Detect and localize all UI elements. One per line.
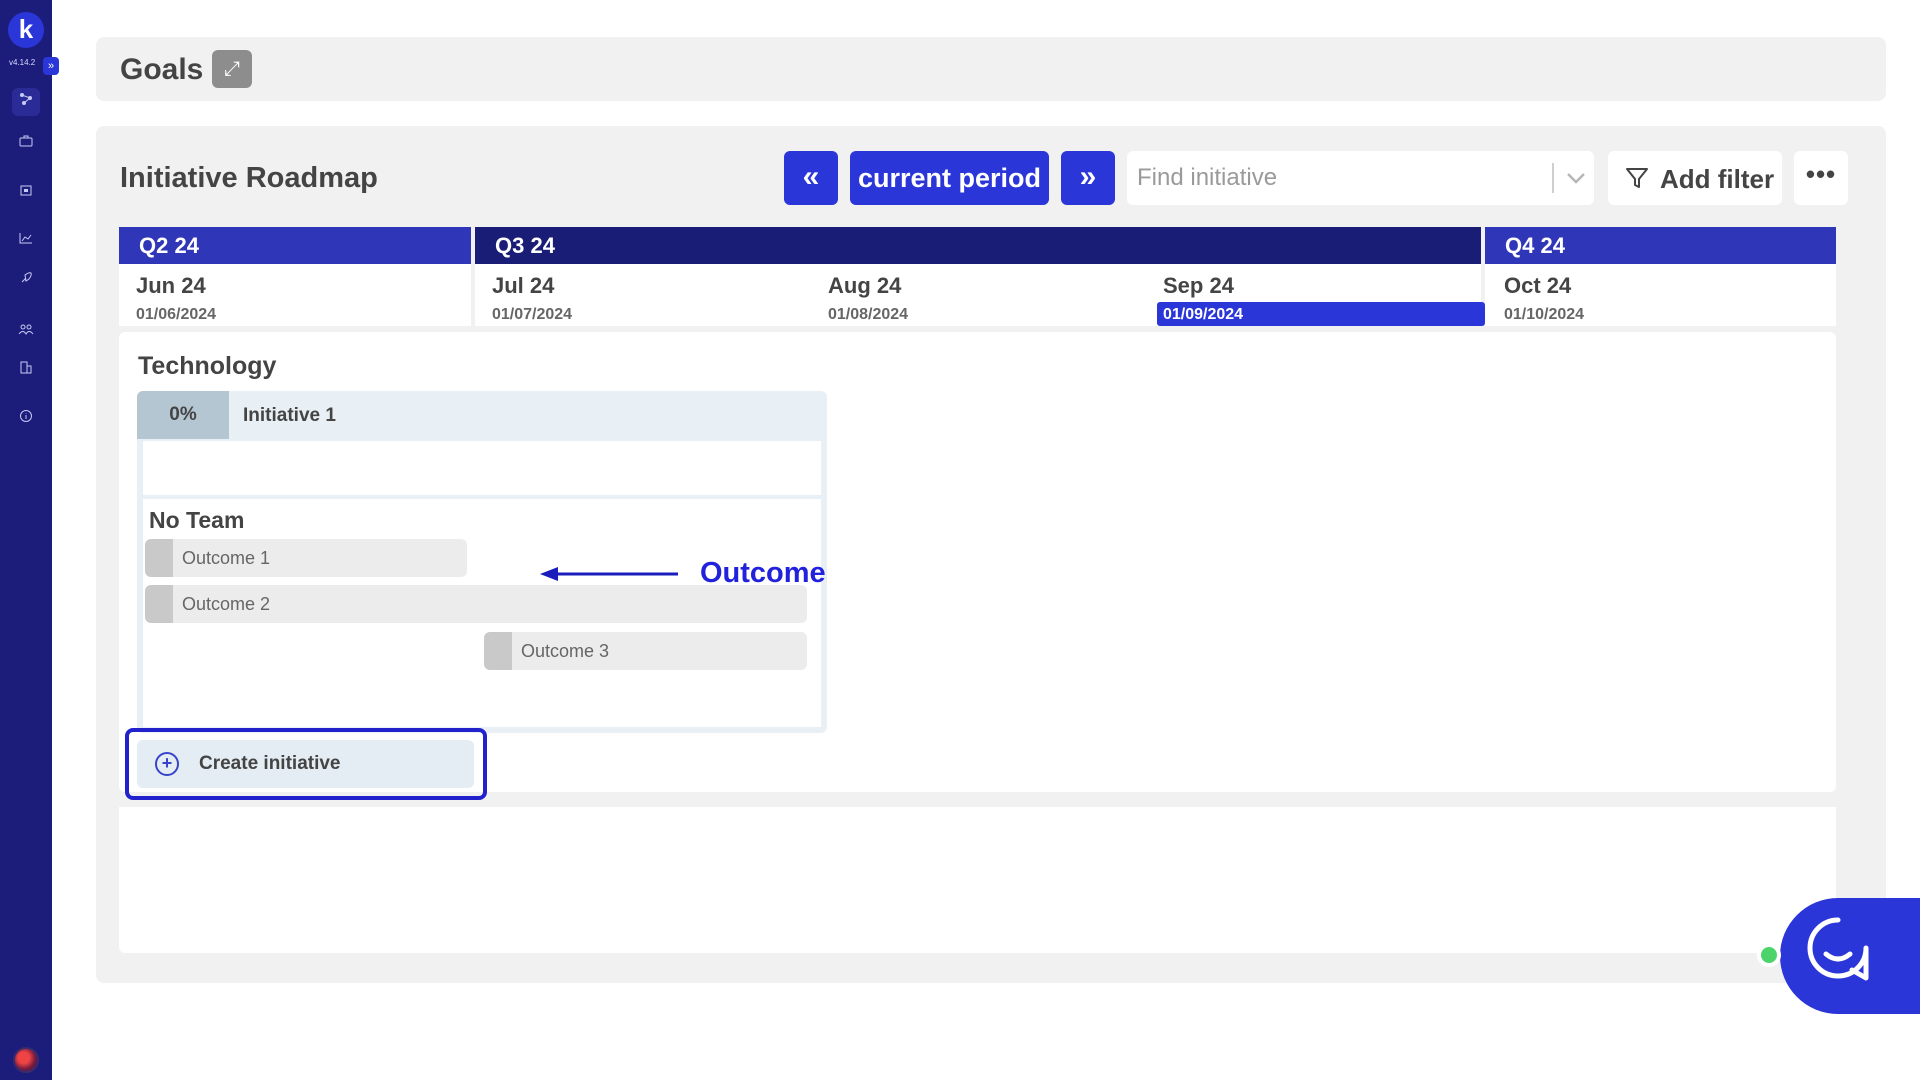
roadmap-board-empty-area: [119, 807, 1836, 953]
group-heading: No Team: [149, 507, 245, 533]
info-icon[interactable]: [14, 407, 38, 431]
app-version: v4.14.2: [9, 58, 36, 67]
outcome-bar[interactable]: Outcome 2: [145, 585, 807, 623]
month-date: 01/10/2024: [1504, 306, 1585, 323]
month-label: Jul 24: [492, 273, 555, 298]
previous-period-button[interactable]: «: [784, 151, 838, 205]
drag-handle[interactable]: [145, 585, 173, 623]
annotation-label: Outcome: [700, 557, 826, 589]
chat-icon[interactable]: [1806, 916, 1870, 982]
create-initiative-label: Create initiative: [199, 753, 341, 774]
outcome-label: Outcome 2: [182, 594, 271, 614]
initiative-header[interactable]: 0% Initiative 1: [137, 391, 827, 439]
network-icon[interactable]: [12, 88, 40, 116]
chart-icon-glyph: [19, 233, 32, 244]
calendar-icon[interactable]: [14, 180, 38, 204]
calendar-icon-glyph: [20, 185, 32, 196]
select-divider: [1552, 163, 1554, 193]
current-month-date: 01/09/2024: [1163, 306, 1244, 323]
quarter-header: Q4 24: [1485, 227, 1836, 264]
left-sidebar: k v4.14.2 »: [0, 0, 59, 1080]
building-icon-glyph: [20, 361, 32, 374]
briefcase-icon-glyph: [19, 135, 33, 147]
team-icon[interactable]: [14, 319, 38, 343]
chevron-down-icon[interactable]: [1563, 161, 1589, 193]
goals-header: Goals ⤢: [96, 37, 1886, 101]
find-initiative-input[interactable]: [1137, 151, 1537, 205]
initiative-body: [143, 441, 821, 495]
initiative-card[interactable]: 0% Initiative 1 No Team Outcome 1 Outcom…: [137, 391, 827, 733]
plus-circle-icon: +: [155, 752, 179, 776]
online-status-dot: [1757, 943, 1781, 967]
user-avatar[interactable]: [13, 1047, 39, 1073]
annotation-arrow-icon: [540, 567, 678, 581]
rocket-icon-glyph: [21, 272, 32, 283]
drag-handle[interactable]: [145, 539, 173, 577]
initiative-roadmap-panel: Initiative Roadmap « current period » Ad…: [96, 126, 1886, 983]
more-options-button[interactable]: •••: [1794, 151, 1848, 205]
initiative-progress: 0%: [137, 391, 229, 439]
sidebar-expand-button[interactable]: »: [43, 57, 59, 75]
month-label: Oct 24: [1504, 273, 1572, 298]
outcome-label: Outcome 3: [521, 641, 610, 661]
team-icon-glyph: [18, 324, 34, 335]
drag-handle[interactable]: [484, 632, 512, 670]
outcome-bar[interactable]: Outcome 1: [145, 539, 467, 577]
expand-icon[interactable]: ⤢: [212, 50, 252, 88]
filter-icon: [1626, 168, 1648, 188]
add-filter-button[interactable]: Add filter: [1608, 151, 1782, 205]
find-initiative-select[interactable]: [1127, 151, 1594, 205]
month-label: Aug 24: [828, 273, 902, 298]
network-icon-glyph: [20, 93, 32, 105]
month-date: 01/08/2024: [828, 306, 909, 323]
page-title: Goals: [120, 53, 204, 86]
month-date: 01/07/2024: [492, 306, 573, 323]
outcome-bar[interactable]: Outcome 3: [484, 632, 807, 670]
building-icon[interactable]: [14, 358, 38, 382]
briefcase-icon[interactable]: [14, 131, 38, 155]
chart-icon[interactable]: [14, 228, 38, 252]
outcome-label: Outcome 1: [182, 548, 271, 568]
month-date: 01/06/2024: [136, 306, 217, 323]
quarter-header: Q3 24: [475, 227, 1481, 264]
initiative-name: Initiative 1: [243, 405, 336, 426]
current-period-button[interactable]: current period: [850, 151, 1049, 205]
app-logo[interactable]: k: [8, 12, 44, 48]
info-icon-glyph: [20, 410, 32, 422]
quarter-header: Q2 24: [119, 227, 471, 264]
month-label: Sep 24: [1163, 273, 1234, 298]
month-label: Jun 24: [136, 273, 206, 298]
create-initiative-button[interactable]: + Create initiative: [137, 740, 474, 788]
rocket-icon[interactable]: [14, 269, 38, 293]
chevron-down-glyph: [1567, 173, 1585, 184]
roadmap-title: Initiative Roadmap: [120, 162, 378, 194]
add-filter-label: Add filter: [1660, 164, 1775, 194]
next-period-button[interactable]: »: [1061, 151, 1115, 205]
team-heading: Technology: [138, 352, 277, 380]
